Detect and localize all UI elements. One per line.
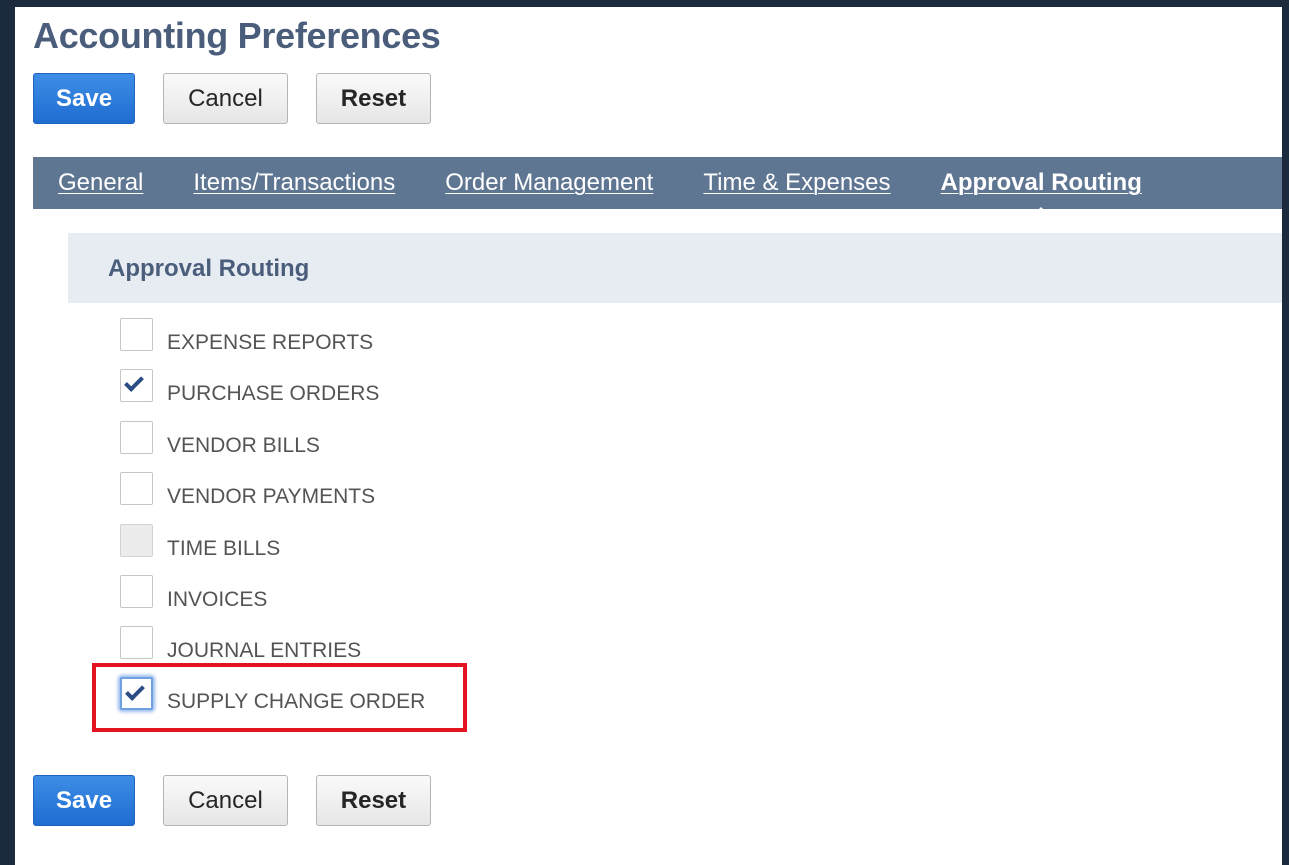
expense-reports-checkbox[interactable] xyxy=(120,317,153,351)
save-button[interactable]: Save xyxy=(33,73,136,124)
tab-time-expenses[interactable]: Time & Expenses xyxy=(703,169,890,197)
option-time-bills: TIME BILLS xyxy=(120,522,281,560)
tab-approval-routing[interactable]: Approval Routing xyxy=(941,169,1142,216)
tab-general[interactable]: General xyxy=(58,169,143,197)
journal-entries-checkbox[interactable] xyxy=(120,625,153,659)
tab-order-management[interactable]: Order Management xyxy=(445,169,653,197)
highlight-annotation xyxy=(92,663,467,732)
cancel-button[interactable]: Cancel xyxy=(163,73,288,124)
option-label: INVOICES xyxy=(167,588,268,611)
option-label: TIME BILLS xyxy=(167,537,281,560)
tab-bar: General Items/Transactions Order Managem… xyxy=(33,157,1282,216)
option-label: JOURNAL ENTRIES xyxy=(167,639,362,662)
invoices-checkbox[interactable] xyxy=(120,574,153,608)
option-label: EXPENSE REPORTS xyxy=(167,331,374,354)
section-header: Approval Routing xyxy=(68,233,1282,303)
cancel-button[interactable]: Cancel xyxy=(163,775,288,826)
preferences-page: Accounting Preferences Save Cancel Reset… xyxy=(15,7,1282,865)
option-expense-reports: EXPENSE REPORTS xyxy=(120,316,374,354)
vendor-bills-checkbox[interactable] xyxy=(120,420,153,454)
top-action-bar: Save Cancel Reset xyxy=(33,73,432,124)
time-bills-checkbox xyxy=(120,523,153,557)
option-label: PURCHASE ORDERS xyxy=(167,382,380,405)
option-vendor-bills: VENDOR BILLS xyxy=(120,419,320,457)
option-invoices: INVOICES xyxy=(120,573,268,611)
reset-button[interactable]: Reset xyxy=(315,775,432,826)
save-button[interactable]: Save xyxy=(33,775,136,826)
vendor-payments-checkbox[interactable] xyxy=(120,471,153,505)
section-title: Approval Routing xyxy=(108,255,310,282)
page-title: Accounting Preferences xyxy=(33,15,441,56)
option-label: VENDOR BILLS xyxy=(167,434,320,457)
reset-button[interactable]: Reset xyxy=(315,73,432,124)
checkmark-icon xyxy=(124,371,144,392)
bottom-action-bar: Save Cancel Reset xyxy=(33,775,432,826)
option-vendor-payments: VENDOR PAYMENTS xyxy=(120,470,376,508)
option-purchase-orders: PURCHASE ORDERS xyxy=(120,367,380,405)
purchase-orders-checkbox[interactable] xyxy=(120,368,153,402)
option-label: VENDOR PAYMENTS xyxy=(167,485,376,508)
tab-items-transactions[interactable]: Items/Transactions xyxy=(193,169,395,197)
option-journal-entries: JOURNAL ENTRIES xyxy=(120,624,362,662)
